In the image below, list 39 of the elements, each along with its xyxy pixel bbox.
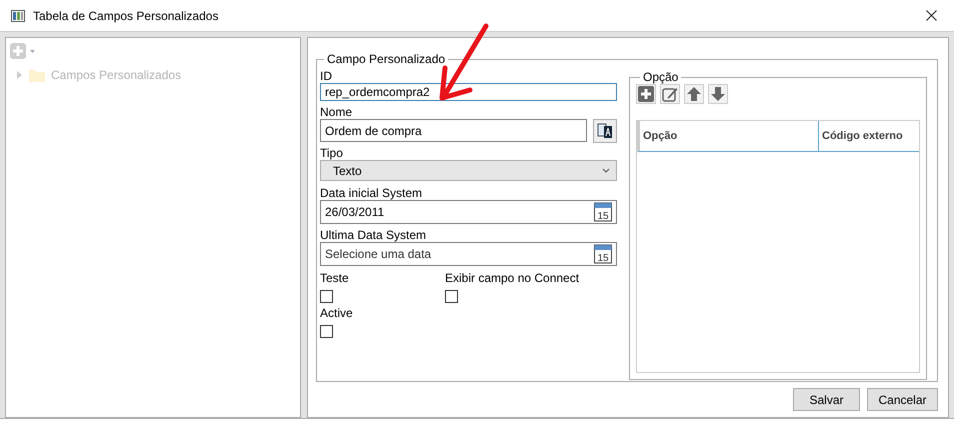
checkbox[interactable] (320, 290, 333, 303)
add-icon (638, 86, 654, 102)
translate-button[interactable] (593, 119, 617, 143)
date-field[interactable]: 26/03/2011 15 (320, 200, 617, 224)
field-label: Nome (320, 105, 354, 119)
arrow-up-icon (686, 86, 702, 102)
app-icon (11, 10, 25, 22)
column-header[interactable]: Código externo (819, 121, 919, 151)
add-button[interactable] (636, 84, 656, 104)
column-header[interactable]: Opção (640, 121, 819, 151)
date-field[interactable]: Selecione uma data 15 (320, 242, 617, 266)
edit-icon (662, 86, 678, 102)
group-title: Opção (642, 70, 680, 84)
field-label: ID (320, 69, 333, 83)
checkbox[interactable] (445, 290, 458, 303)
calendar-icon[interactable]: 15 (594, 244, 612, 264)
dialog-button[interactable]: Cancelar (867, 388, 938, 411)
field-label: Ultima Data System (320, 228, 428, 242)
translate-icon (597, 122, 613, 140)
checkbox-label: Exibir campo no Connect (445, 271, 580, 285)
dialog-button[interactable]: Salvar (793, 388, 860, 411)
window-title: Tabela de Campos Personalizados (33, 8, 220, 22)
field-label: Data inicial System (320, 186, 424, 200)
field-label: Tipo (320, 146, 344, 160)
caret-icon (602, 168, 610, 174)
calendar-icon[interactable]: 15 (594, 202, 612, 222)
move-down-button[interactable] (708, 84, 728, 104)
checkbox-label: Teste (320, 271, 350, 285)
edit-button[interactable] (660, 84, 680, 104)
arrow-down-icon (710, 86, 726, 102)
checkbox[interactable] (320, 325, 333, 338)
text-field[interactable]: rep_ordemcompra2 (320, 83, 617, 101)
group-title: Campo Personalizado (326, 52, 446, 66)
folder-icon (29, 68, 45, 82)
type-dropdown[interactable]: Texto (320, 160, 617, 181)
close-icon (926, 10, 936, 21)
checkbox-label: Active (320, 306, 354, 320)
text-field[interactable]: Ordem de compra (320, 119, 587, 142)
move-up-button[interactable] (684, 84, 704, 104)
